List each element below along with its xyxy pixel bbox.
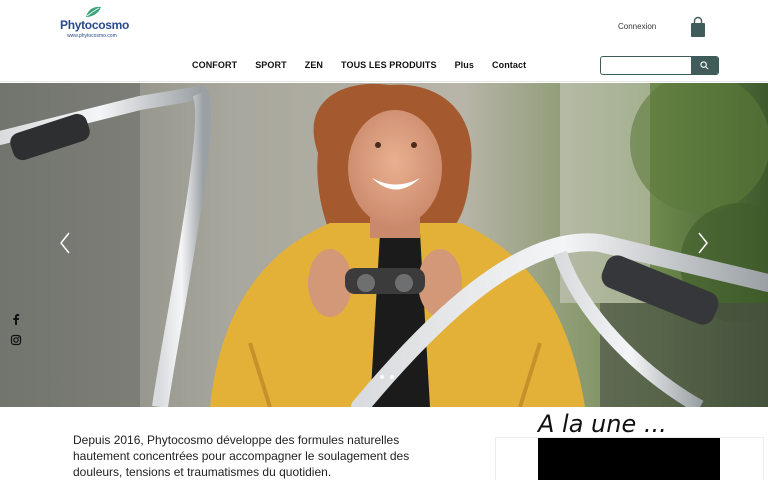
hero-image bbox=[0, 83, 768, 407]
brand-name: Phytocosmo bbox=[60, 18, 130, 32]
leaf-logo-icon bbox=[86, 6, 101, 17]
prev-slide-arrow-icon[interactable] bbox=[58, 231, 72, 255]
login-link[interactable]: Connexion bbox=[618, 22, 656, 31]
shopping-bag-icon[interactable] bbox=[690, 16, 706, 38]
instagram-icon[interactable] bbox=[10, 334, 22, 346]
facebook-icon[interactable] bbox=[10, 313, 22, 325]
slide-dot-1[interactable] bbox=[380, 375, 384, 379]
search-box bbox=[600, 56, 719, 75]
main-nav: CONFORT SPORT ZEN TOUS LES PRODUITS Plus… bbox=[192, 60, 544, 70]
logo[interactable]: Phytocosmo www.phytocosmo.com bbox=[60, 6, 130, 40]
nav-item-all-products[interactable]: TOUS LES PRODUITS bbox=[341, 60, 437, 70]
nav-item-more[interactable]: Plus bbox=[455, 60, 474, 70]
search-input[interactable] bbox=[601, 57, 692, 74]
search-icon bbox=[700, 61, 709, 70]
slide-pagination bbox=[380, 375, 394, 379]
hero-slideshow[interactable] bbox=[0, 83, 768, 407]
nav-item-sport[interactable]: SPORT bbox=[255, 60, 287, 70]
featured-heading: A la une ... bbox=[538, 410, 667, 438]
nav-item-zen[interactable]: ZEN bbox=[305, 60, 323, 70]
intro-paragraph: Depuis 2016, Phytocosmo développe des fo… bbox=[73, 433, 410, 479]
featured-media[interactable] bbox=[538, 438, 720, 480]
slide-dot-2[interactable] bbox=[390, 375, 394, 379]
next-slide-arrow-icon[interactable] bbox=[696, 231, 710, 255]
nav-item-contact[interactable]: Contact bbox=[492, 60, 526, 70]
brand-url: www.phytocosmo.com bbox=[67, 33, 117, 39]
site-header: Phytocosmo www.phytocosmo.com Connexion … bbox=[0, 0, 768, 82]
search-button[interactable] bbox=[691, 57, 718, 74]
nav-item-confort[interactable]: CONFORT bbox=[192, 60, 237, 70]
